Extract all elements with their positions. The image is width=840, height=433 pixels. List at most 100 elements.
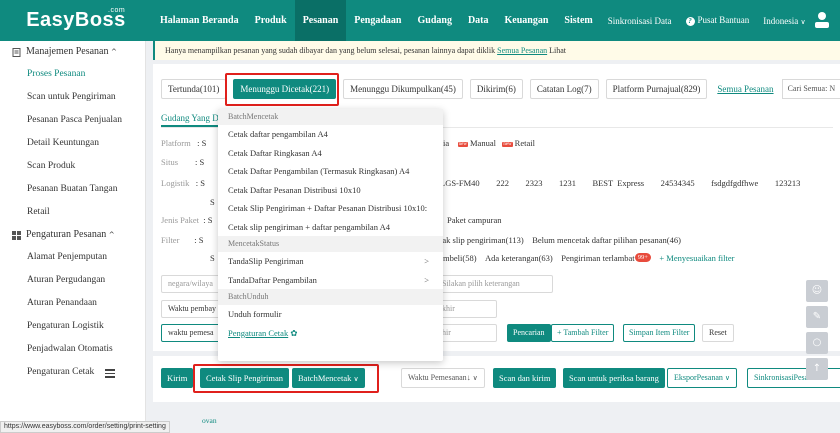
dd-download-form[interactable]: Unduh formulir: [218, 305, 443, 324]
dd-print-summary-a4[interactable]: Cetak Daftar Ringkasan A4: [218, 144, 443, 163]
dropdown-section-batch-download: BatchUnduh: [218, 289, 443, 305]
sidebar-item-pengaturan-logistik[interactable]: Pengaturan Logistik: [0, 315, 145, 338]
action-bar: Kirim Cetak Slip Pengiriman BatchMenceta…: [153, 356, 840, 402]
logistik-row: Logistik : S: [161, 178, 205, 188]
tab-menunggu-dicetak[interactable]: Menunggu Dicetak(221): [233, 79, 337, 99]
logistik-options: LGS-FM40 222 2323 1231 BEST Express 2453…: [440, 178, 801, 188]
sidebar-item-aturan-penandaan[interactable]: Aturan Penandaan: [0, 292, 145, 315]
status-tabs: Tertunda(101) Menunggu Dicetak(221) Menu…: [161, 79, 840, 99]
sidebar-item-scan-pengiriman[interactable]: Scan untuk Pengiriman: [0, 86, 145, 109]
collapse-menu-icon[interactable]: [105, 369, 115, 380]
dd-print-pick-list-summary-a4[interactable]: Cetak Daftar Pengambilan (Termasuk Ringk…: [218, 162, 443, 181]
export-orders-button[interactable]: EksporPesanan ∨: [667, 368, 738, 388]
sidebar-item-alamat-penjemputan[interactable]: Alamat Penjemputan: [0, 246, 145, 269]
sidebar-item-retail[interactable]: Retail: [0, 201, 145, 224]
user-icon[interactable]: [814, 11, 830, 29]
filter-s: S: [210, 253, 215, 263]
nav-sistem[interactable]: Sistem: [556, 0, 600, 41]
order-time-select[interactable]: waktu pemesa: [161, 324, 223, 342]
sidebar-item-buatan-tangan[interactable]: Pesanan Buatan Tangan: [0, 178, 145, 201]
search-button[interactable]: Pencarian: [507, 324, 551, 342]
chevron-right-icon: >: [424, 274, 429, 285]
sidebar-item-aturan-pergudangan[interactable]: Aturan Pergudangan: [0, 269, 145, 292]
chevron-down-icon: ∨: [724, 374, 731, 382]
sidebar-group-manajemen[interactable]: Manajemen Pesanan ^: [0, 41, 145, 63]
sidebar-item-proses-pesanan[interactable]: Proses Pesanan: [0, 63, 145, 86]
paket-campuran[interactable]: Paket campuran: [447, 215, 502, 225]
platform-badge-icon: new: [457, 141, 468, 147]
dd-mark-shipping-slip[interactable]: TandaSlip Pengiriman >: [218, 252, 443, 271]
gear-icon: ✿: [290, 327, 298, 338]
print-shipping-slip-button[interactable]: Cetak Slip Pengiriman: [200, 368, 289, 388]
kirim-button[interactable]: Kirim: [161, 368, 194, 388]
search-all-input[interactable]: Cari Semua: N: [781, 79, 840, 99]
platform-options: ia new Manual new Retail: [443, 138, 535, 148]
sync-data-link[interactable]: Sinkronisasi Data: [601, 16, 679, 26]
platform-row: Platform : S: [161, 138, 207, 148]
platform-manual[interactable]: Manual: [470, 138, 496, 148]
tab-tertunda[interactable]: Tertunda(101): [161, 79, 227, 99]
filter-row: Filter : S: [161, 235, 204, 245]
order-time-sort[interactable]: Waktu Pemesanan↓ ∨: [401, 368, 485, 388]
chat-icon[interactable]: ☺: [806, 280, 828, 302]
dd-print-pick-list-a4[interactable]: Cetak daftar pengambilan A4: [218, 125, 443, 144]
sidebar: Manajemen Pesanan ^ Proses Pesanan Scan …: [0, 41, 146, 433]
late-count-badge: 99+: [634, 253, 651, 262]
warehouse-tab[interactable]: Gudang Yang D: [161, 113, 219, 127]
edit-icon[interactable]: ✎: [806, 306, 828, 328]
dropdown-section-batch-print: BatchMencetak: [218, 109, 443, 125]
dd-print-slip-distribution-10x10[interactable]: Cetak Slip Pengiriman + Daftar Pesanan D…: [218, 199, 443, 218]
scan-send-button[interactable]: Scan dan kirim: [493, 368, 557, 388]
circle-icon[interactable]: ○: [806, 332, 828, 354]
chevron-down-icon: ∨: [353, 375, 359, 383]
nav-home[interactable]: Halaman Beranda: [152, 0, 247, 41]
help-icon: ?: [685, 17, 695, 26]
platform-retail[interactable]: Retail: [515, 138, 535, 148]
tab-menunggu-dikumpulkan[interactable]: Menunggu Dikumpulkan(45): [343, 79, 463, 99]
payment-time-select[interactable]: Waktu pembay: [161, 300, 223, 318]
add-filter-button[interactable]: + Tambah Filter: [551, 324, 615, 342]
tab-platform-purnajual[interactable]: Platform Purnajual(829): [605, 79, 708, 99]
back-to-top-icon[interactable]: ↑: [806, 358, 828, 380]
sidebar-group-pengaturan[interactable]: Pengaturan Pesanan ^: [0, 224, 145, 246]
filter-options-2: mbeli(58) Ada keterangan(63) Pengiriman …: [443, 253, 735, 263]
sidebar-item-scan-produk[interactable]: Scan Produk: [0, 155, 145, 178]
nav-gudang[interactable]: Gudang: [409, 0, 459, 41]
platform-badge-icon: new: [502, 141, 513, 147]
sidebar-item-pengaturan-cetak[interactable]: Pengaturan Cetak: [0, 361, 145, 384]
help-center-link[interactable]: ? Pusat Bantuan: [679, 15, 757, 26]
dd-mark-pick-list[interactable]: TandaDaftar Pengambilan >: [218, 271, 443, 290]
order-end-input[interactable]: hir: [435, 324, 497, 342]
logo[interactable]: EasyBoss .com: [0, 7, 152, 32]
customize-filter-link[interactable]: + Menyesuaikan filter: [659, 253, 734, 263]
dd-print-settings[interactable]: Pengaturan Cetak ✿: [218, 324, 443, 343]
tab-dikirim[interactable]: Dikirim(6): [469, 79, 523, 99]
status-url: https://www.easyboss.com/order/setting/p…: [0, 421, 170, 433]
nav-produk[interactable]: Produk: [247, 0, 295, 41]
jenis-paket-row: Jenis Paket : S: [161, 215, 213, 225]
caret-up-icon: ^: [110, 48, 117, 56]
all-orders-link[interactable]: Semua Pesanan: [497, 46, 547, 55]
payment-end-input[interactable]: khir: [435, 300, 497, 318]
document-icon: [12, 47, 21, 57]
nav-pengadaan[interactable]: Pengadaan: [346, 0, 409, 41]
tab-catatan-log[interactable]: Catatan Log(7): [529, 79, 599, 99]
country-input[interactable]: negara/wilaya: [161, 275, 223, 293]
dd-print-slip-pick-list-a4[interactable]: Cetak slip pengiriman + daftar pengambil…: [218, 218, 443, 237]
batch-print-button[interactable]: BatchMencetak ∨: [292, 368, 365, 388]
nav-data[interactable]: Data: [460, 0, 497, 41]
nav-keuangan[interactable]: Keuangan: [497, 0, 557, 41]
sidebar-item-penjadwalan-otomatis[interactable]: Penjadwalan Otomatis: [0, 338, 145, 361]
chevron-down-icon: ∨: [472, 374, 478, 382]
remark-select[interactable]: Silakan pilih keterangan: [435, 275, 553, 293]
sidebar-item-detail-keuntungan[interactable]: Detail Keuntungan: [0, 132, 145, 155]
all-orders-tab-link[interactable]: Semua Pesanan: [717, 84, 773, 94]
nav-pesanan[interactable]: Pesanan: [294, 0, 347, 41]
scan-check-button[interactable]: Scan untuk periksa barang: [563, 368, 665, 388]
dd-print-distribution-10x10[interactable]: Cetak Daftar Pesanan Distribusi 10x10: [218, 181, 443, 200]
logistik-s: S: [210, 197, 215, 207]
reset-button[interactable]: Reset: [702, 324, 734, 342]
sidebar-item-pasca-penjualan[interactable]: Pesanan Pasca Penjualan: [0, 109, 145, 132]
language-select[interactable]: Indonesia ∨: [756, 16, 812, 26]
save-filter-button[interactable]: Simpan Item Filter: [623, 324, 696, 342]
